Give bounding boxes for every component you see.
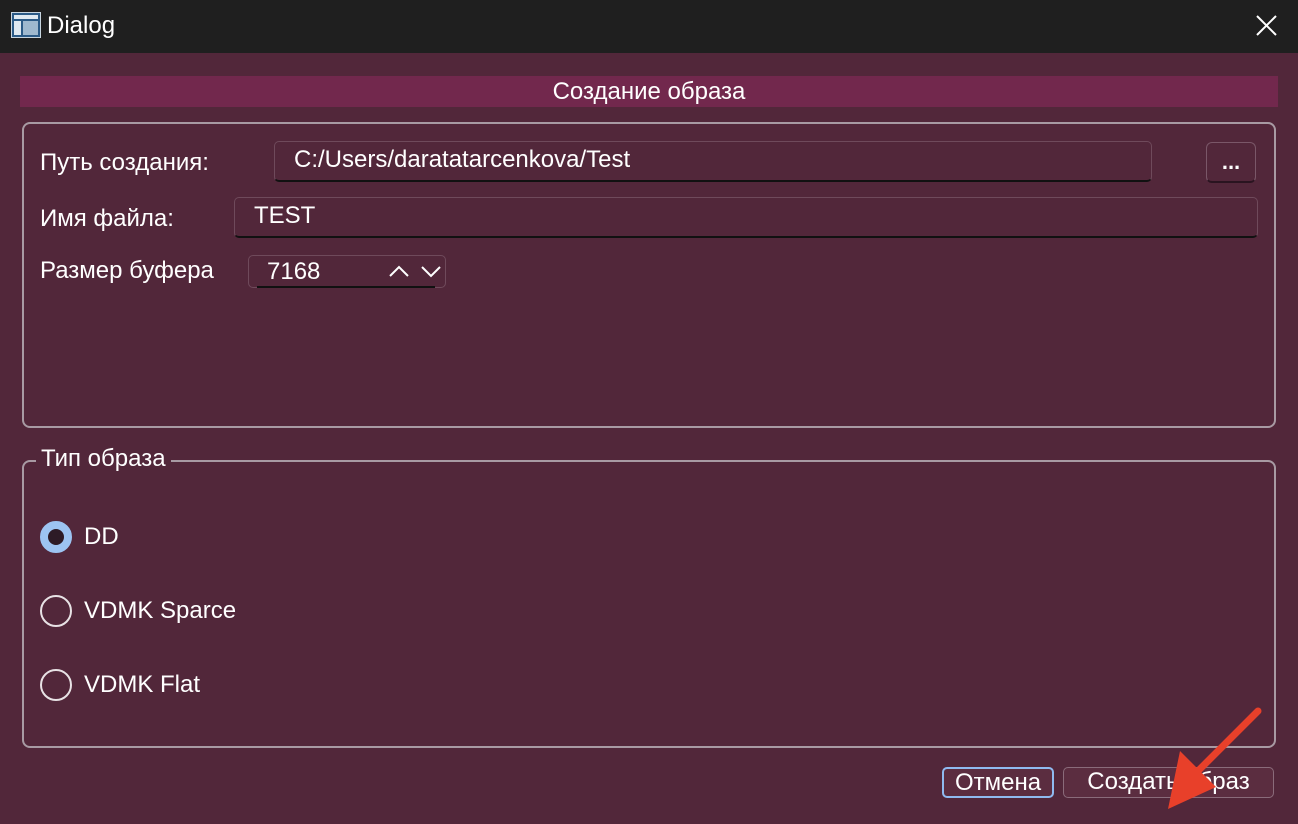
browse-button[interactable]: ... [1206,142,1256,183]
buffer-label: Размер буфера [40,257,214,284]
create-image-button[interactable]: Создать образ [1063,767,1274,798]
window-title: Dialog [47,12,116,39]
close-icon [1256,15,1277,36]
filename-label: Имя файла: [40,205,174,232]
radio-label-vdmk-flat: VDMK Flat [84,671,201,698]
radio-label-vdmk-sparce: VDMK Sparce [84,597,237,624]
radio-label-dd: DD [84,523,119,550]
radio-button-dd[interactable] [40,521,72,553]
app-window-icon [11,12,41,38]
path-label: Путь создания: [40,149,209,176]
close-button[interactable] [1244,6,1288,46]
dialog-heading: Создание образа [20,76,1278,107]
dialog-body: Создание образа Путь создания: C:/Users/… [0,53,1298,824]
chevron-up-icon[interactable] [388,263,410,279]
image-type-legend: Тип образа [36,444,171,474]
title-bar: Dialog [0,0,1298,53]
chevron-down-icon[interactable] [420,263,442,279]
radio-button-vdmk-sparce[interactable] [40,595,72,627]
buffer-size-value[interactable]: 7168 [267,256,320,287]
buffer-size-spinbox[interactable]: 7168 [248,255,446,288]
spinbox-underline [257,286,435,288]
path-input[interactable]: C:/Users/daratatarcenkova/Test [274,141,1152,182]
filename-input[interactable]: TEST [234,197,1258,238]
cancel-button[interactable]: Отмена [942,767,1054,798]
radio-button-vdmk-flat[interactable] [40,669,72,701]
